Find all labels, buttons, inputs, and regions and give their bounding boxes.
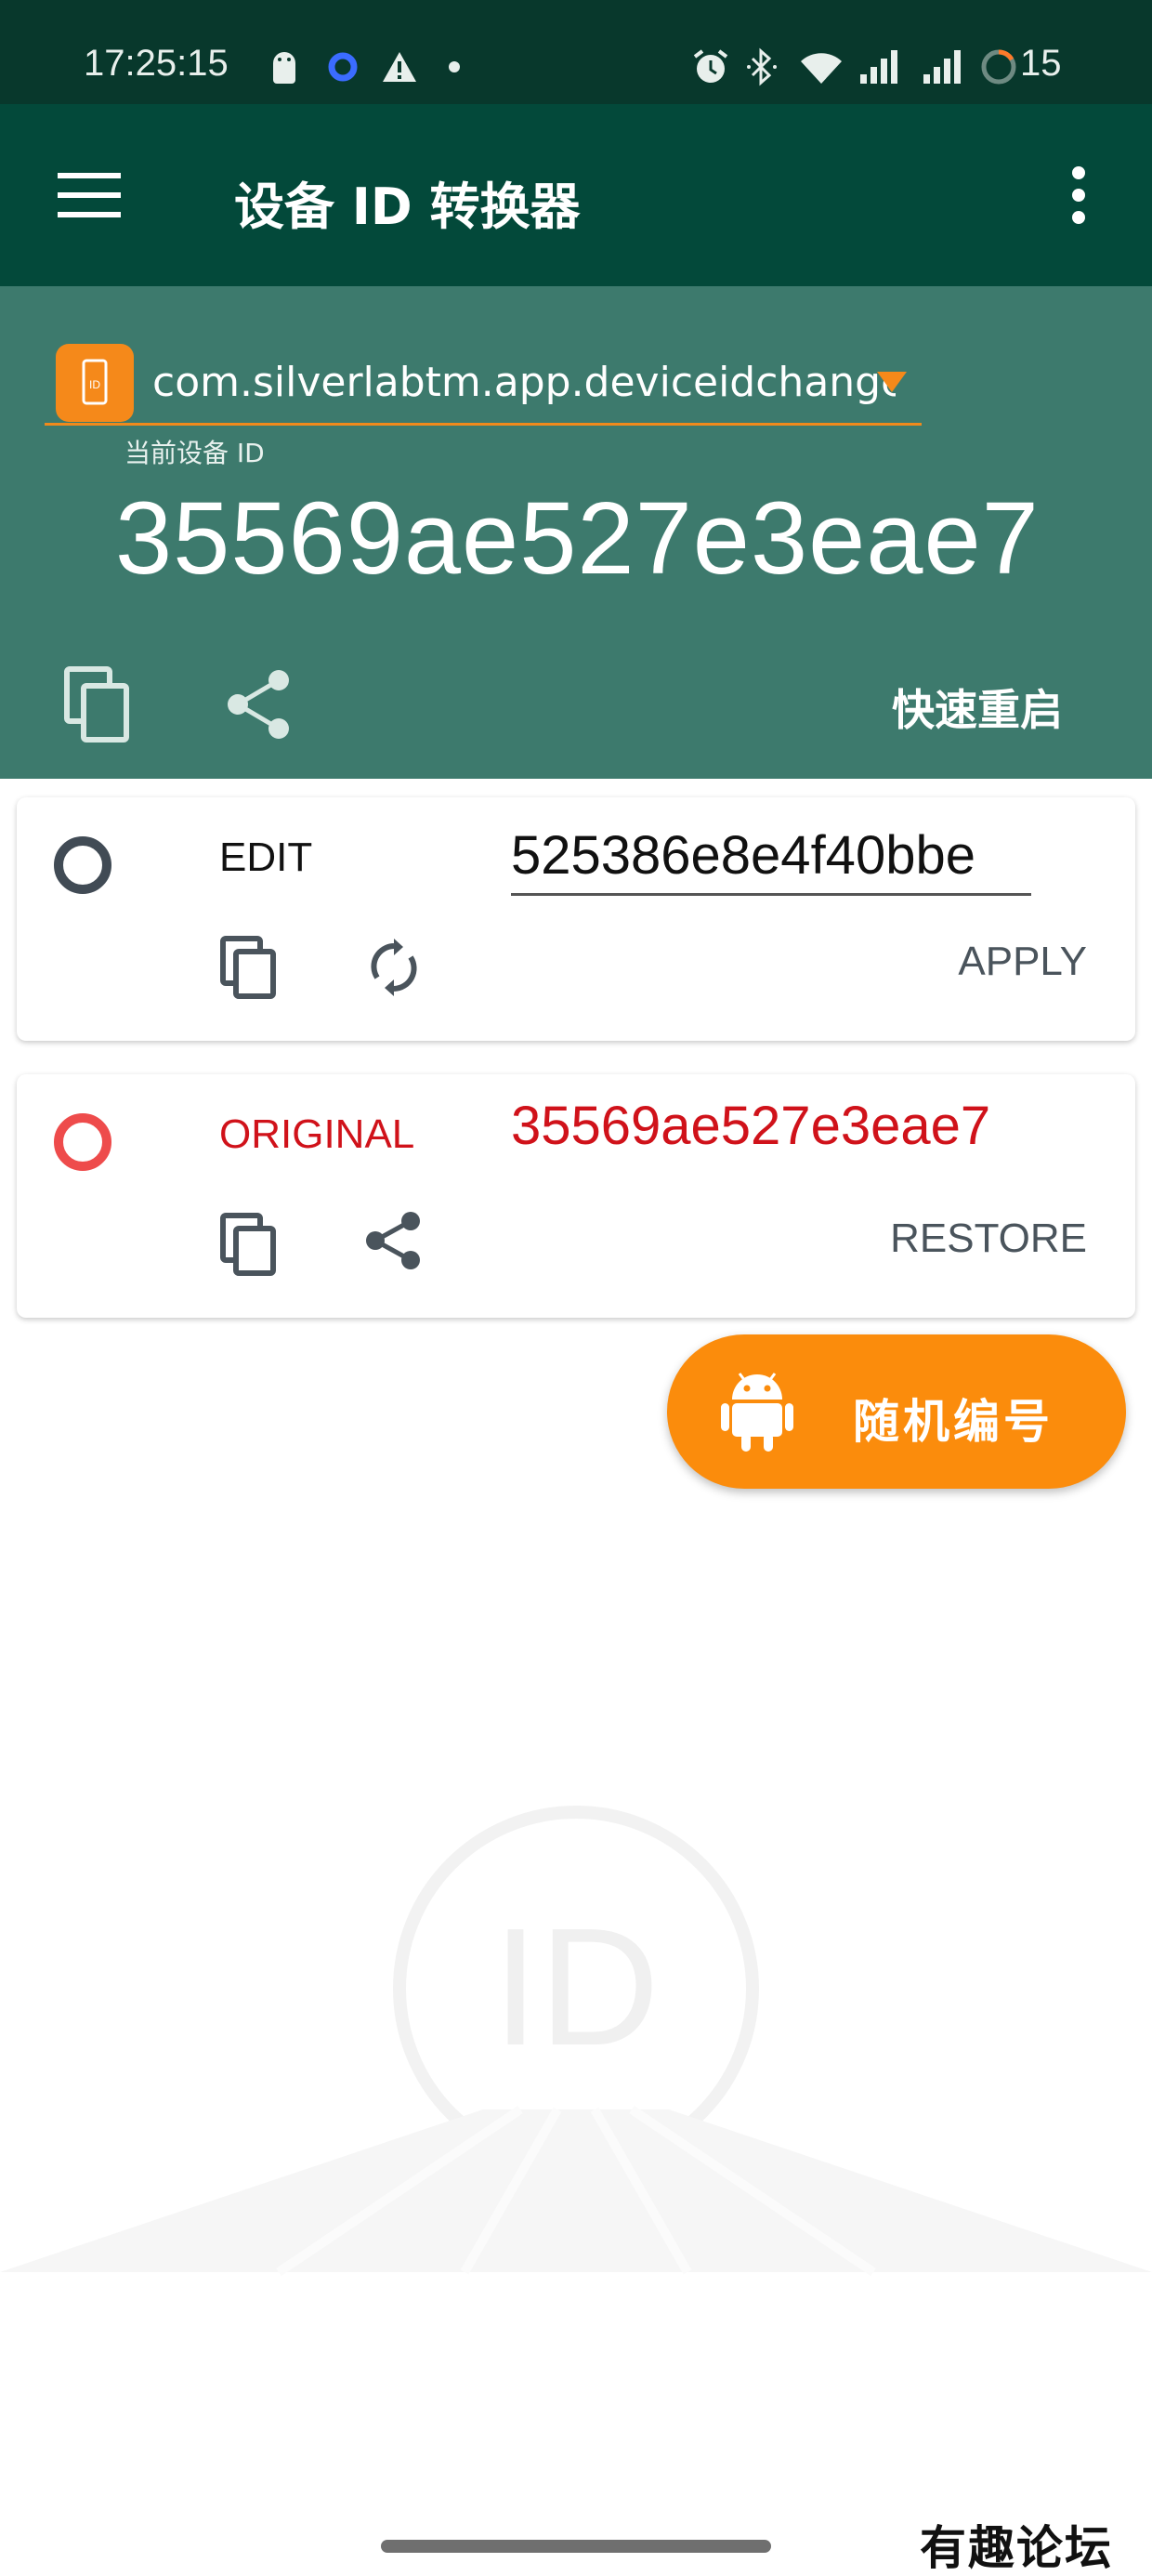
restore-button[interactable]: RESTORE (890, 1216, 1087, 1262)
hamburger-menu-icon[interactable] (58, 171, 121, 219)
bluetooth-icon (745, 46, 779, 87)
watermark-text: ID (492, 1894, 660, 2081)
package-name: com.silverlabtm.app.deviceidchange.. (152, 359, 896, 406)
apply-button[interactable]: APPLY (958, 939, 1087, 985)
edit-card: EDIT APPLY (17, 797, 1135, 1041)
battery-ring-icon (979, 46, 1018, 87)
current-id-label: 当前设备 ID (124, 438, 265, 468)
copy-icon[interactable] (219, 1212, 279, 1277)
original-card: ORIGINAL 35569ae527e3eae7 RESTORE (17, 1074, 1135, 1318)
sync-icon[interactable] (366, 935, 422, 1000)
package-selector[interactable]: ID com.silverlabtm.app.deviceidchange.. (45, 314, 922, 426)
battery-level: 15 (1020, 43, 1062, 84)
signal-icon (922, 46, 966, 87)
android-debug-icon (269, 46, 299, 87)
warning-icon (381, 46, 418, 87)
share-icon[interactable] (364, 1210, 424, 1271)
gesture-nav-bar[interactable] (381, 2540, 771, 2553)
original-label: ORIGINAL (219, 1111, 415, 1157)
alarm-icon (691, 46, 730, 87)
svg-text:ID: ID (89, 378, 100, 391)
site-watermark: 有趣论坛 (920, 2520, 1113, 2575)
android-icon (721, 1368, 793, 1453)
more-vert-icon[interactable] (1067, 165, 1091, 225)
signal-icon (858, 46, 903, 87)
vpn-ring-icon (327, 46, 359, 87)
edit-id-input[interactable] (511, 818, 1031, 896)
original-radio-button[interactable] (54, 1113, 111, 1171)
app-bar: 设备 ID 转换器 (0, 104, 1152, 286)
wifi-icon (799, 46, 844, 87)
quick-reboot-button[interactable]: 快速重启 (892, 677, 1063, 738)
share-icon[interactable] (225, 667, 294, 742)
status-time: 17:25:15 (84, 43, 229, 84)
edit-label: EDIT (219, 835, 313, 880)
current-id-panel: ID com.silverlabtm.app.deviceidchange.. … (0, 286, 1152, 779)
random-id-label: 随机编号 (853, 1395, 1054, 1449)
edit-radio-button[interactable] (54, 836, 111, 894)
copy-icon[interactable] (63, 665, 132, 743)
app-title: 设备 ID 转换器 (234, 177, 581, 236)
original-id-value: 35569ae527e3eae7 (511, 1096, 991, 1156)
status-bar: 17:25:15 15 (0, 0, 1152, 104)
id-watermark: ID (0, 1803, 1152, 2286)
copy-icon[interactable] (219, 935, 279, 1000)
app-package-icon: ID (56, 344, 134, 422)
dot-icon (448, 46, 461, 87)
dropdown-caret-icon[interactable] (877, 372, 907, 392)
random-id-fab[interactable]: 随机编号 (667, 1334, 1126, 1489)
current-id-value: 35569ae527e3eae7 (115, 481, 1040, 596)
